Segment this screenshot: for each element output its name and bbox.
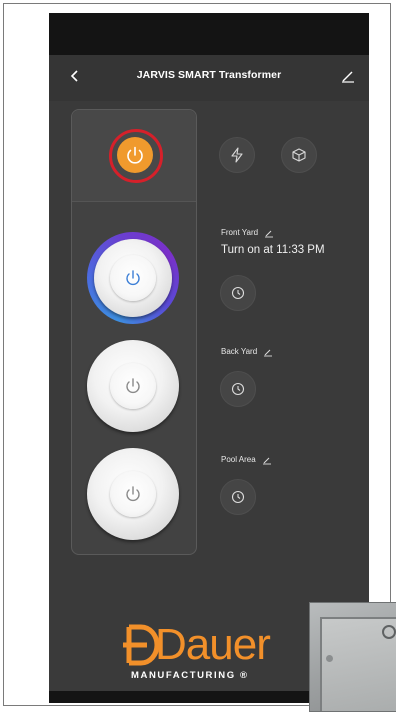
pencil-icon[interactable] xyxy=(263,347,273,357)
outlet-button-face xyxy=(110,255,156,301)
outlet-name: Front Yard xyxy=(221,228,259,238)
master-power-area xyxy=(72,110,196,202)
scene-button[interactable] xyxy=(281,137,317,173)
power-icon xyxy=(126,486,140,502)
outlet-button-face xyxy=(110,471,156,517)
app-header: JARVIS SMART Transformer xyxy=(49,55,369,101)
timer-button-back-yard[interactable] xyxy=(220,371,256,407)
lightning-icon xyxy=(231,147,243,163)
power-icon xyxy=(126,270,140,286)
outlet-button-face xyxy=(110,363,156,409)
page-title: JARVIS SMART Transformer xyxy=(136,69,282,81)
outlet-front-yard-button[interactable] xyxy=(94,239,172,317)
brand-wordmark: Dauer xyxy=(155,620,271,669)
product-photo xyxy=(309,602,396,712)
outlet-name: Pool Area xyxy=(221,455,256,465)
pencil-icon[interactable] xyxy=(264,228,274,238)
outlet-schedule-front-yard: Turn on at 11:33 PM xyxy=(221,244,325,256)
brand-tagline: MANUFACTURING ® xyxy=(131,670,249,681)
master-power-button[interactable] xyxy=(117,137,153,173)
outlet-control-panel xyxy=(71,109,197,555)
status-bar xyxy=(49,13,369,55)
outlet-label-back-yard[interactable]: Back Yard xyxy=(221,347,273,357)
outlet-pool-area-button[interactable] xyxy=(87,448,179,540)
energy-button[interactable] xyxy=(219,137,255,173)
phone-screen: JARVIS SMART Transformer Front Yard Turn… xyxy=(49,13,369,703)
outlet-label-pool-area[interactable]: Pool Area xyxy=(221,455,272,465)
product-photo-detail xyxy=(326,655,333,662)
outlet-back-yard-button[interactable] xyxy=(87,340,179,432)
clock-icon xyxy=(231,286,245,300)
chevron-left-icon[interactable] xyxy=(65,66,85,86)
outlet-name: Back Yard xyxy=(221,347,258,357)
outlet-label-front-yard[interactable]: Front Yard xyxy=(221,228,274,238)
timer-button-front-yard[interactable] xyxy=(220,275,256,311)
product-photo-knob xyxy=(382,625,396,639)
cube-icon xyxy=(292,148,306,162)
timer-button-pool-area[interactable] xyxy=(220,479,256,515)
power-icon xyxy=(126,378,140,394)
screenshot-frame: JARVIS SMART Transformer Front Yard Turn… xyxy=(3,3,396,712)
clock-icon xyxy=(231,382,245,396)
pencil-icon[interactable] xyxy=(262,455,272,465)
pencil-icon[interactable] xyxy=(339,67,357,85)
power-icon xyxy=(127,146,143,164)
clock-icon xyxy=(231,490,245,504)
